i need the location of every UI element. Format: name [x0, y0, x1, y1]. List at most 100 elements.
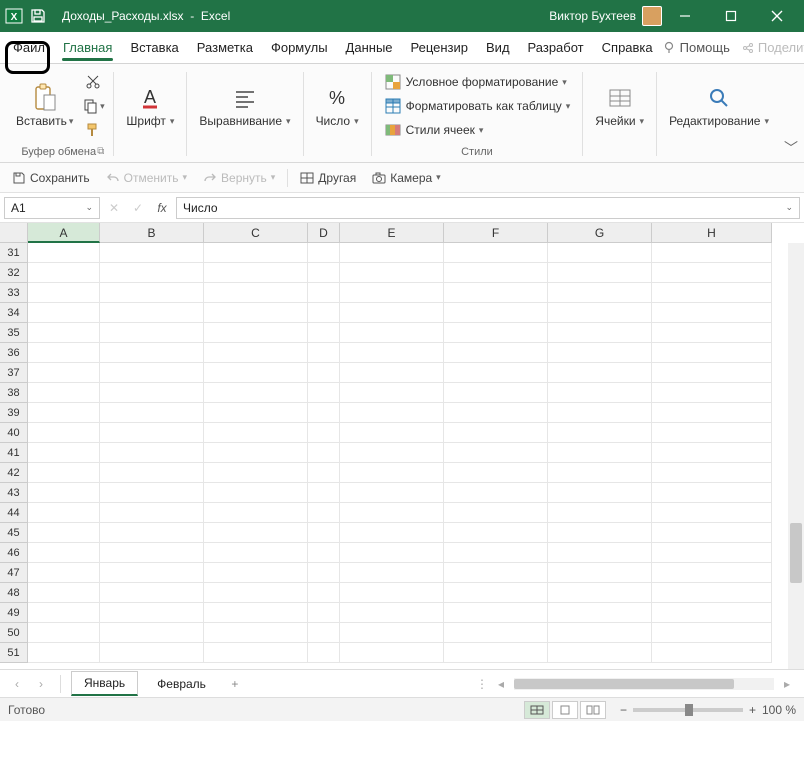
cell[interactable] — [548, 583, 652, 603]
row-header[interactable]: 50 — [0, 623, 28, 643]
cell[interactable] — [100, 243, 204, 263]
cell[interactable] — [652, 603, 772, 623]
row-header[interactable]: 51 — [0, 643, 28, 663]
cell[interactable] — [100, 543, 204, 563]
row-header[interactable]: 49 — [0, 603, 28, 623]
cell[interactable] — [652, 263, 772, 283]
formula-bar[interactable]: Число⌄ — [176, 197, 800, 219]
cell[interactable] — [340, 283, 444, 303]
cell[interactable] — [340, 463, 444, 483]
cell[interactable] — [652, 343, 772, 363]
cells-region[interactable] — [28, 243, 772, 663]
cell[interactable] — [444, 423, 548, 443]
column-header[interactable]: D — [308, 223, 340, 243]
cell[interactable] — [308, 283, 340, 303]
close-button[interactable] — [754, 0, 800, 32]
cell[interactable] — [308, 263, 340, 283]
row-header[interactable]: 38 — [0, 383, 28, 403]
cell[interactable] — [444, 563, 548, 583]
cell[interactable] — [444, 543, 548, 563]
cell[interactable] — [100, 363, 204, 383]
cell[interactable] — [444, 623, 548, 643]
cell[interactable] — [28, 363, 100, 383]
tab-insert[interactable]: Вставка — [121, 34, 187, 61]
cell[interactable] — [340, 263, 444, 283]
tab-home[interactable]: Главная — [54, 34, 121, 61]
cell[interactable] — [548, 603, 652, 623]
cell[interactable] — [444, 303, 548, 323]
cell[interactable] — [204, 503, 308, 523]
cell[interactable] — [100, 523, 204, 543]
cell[interactable] — [204, 603, 308, 623]
cell[interactable] — [548, 343, 652, 363]
cell[interactable] — [100, 343, 204, 363]
cell[interactable] — [340, 343, 444, 363]
row-header[interactable]: 35 — [0, 323, 28, 343]
cell[interactable] — [548, 503, 652, 523]
cell[interactable] — [308, 643, 340, 663]
format-painter-button[interactable] — [81, 119, 105, 141]
cell[interactable] — [444, 643, 548, 663]
cell[interactable] — [548, 543, 652, 563]
cell[interactable] — [444, 523, 548, 543]
paste-button[interactable]: Вставить▾ — [12, 82, 77, 130]
cell[interactable] — [204, 583, 308, 603]
alignment-button[interactable]: Выравнивание▾ — [195, 82, 294, 130]
cell[interactable] — [28, 523, 100, 543]
view-normal-button[interactable] — [524, 701, 550, 719]
cell[interactable] — [548, 643, 652, 663]
cell[interactable] — [444, 603, 548, 623]
tab-review[interactable]: Рецензир — [402, 34, 478, 61]
cell[interactable] — [204, 243, 308, 263]
cell[interactable] — [444, 283, 548, 303]
cell[interactable] — [340, 423, 444, 443]
font-button[interactable]: A Шрифт▾ — [122, 82, 178, 130]
row-header[interactable]: 32 — [0, 263, 28, 283]
cell[interactable] — [652, 463, 772, 483]
row-header[interactable]: 44 — [0, 503, 28, 523]
cell[interactable] — [444, 463, 548, 483]
cell[interactable] — [28, 603, 100, 623]
cell[interactable] — [28, 463, 100, 483]
cell[interactable] — [204, 383, 308, 403]
cells-button[interactable]: Ячейки▾ — [591, 82, 648, 130]
format-as-table-button[interactable]: Форматировать как таблицу▾ — [380, 94, 575, 118]
cell[interactable] — [100, 623, 204, 643]
cell[interactable] — [340, 503, 444, 523]
vertical-scrollbar[interactable] — [788, 243, 804, 669]
cell[interactable] — [652, 423, 772, 443]
row-header[interactable]: 34 — [0, 303, 28, 323]
cell[interactable] — [308, 303, 340, 323]
minimize-button[interactable] — [662, 0, 708, 32]
view-page-break-button[interactable] — [580, 701, 606, 719]
cell[interactable] — [100, 303, 204, 323]
cell[interactable] — [444, 583, 548, 603]
cell[interactable] — [548, 523, 652, 543]
cell[interactable] — [308, 523, 340, 543]
cell[interactable] — [548, 563, 652, 583]
cell[interactable] — [308, 243, 340, 263]
cell[interactable] — [28, 623, 100, 643]
zoom-in-button[interactable]: + — [749, 703, 756, 717]
cell[interactable] — [340, 543, 444, 563]
cell[interactable] — [100, 283, 204, 303]
cell[interactable] — [204, 403, 308, 423]
conditional-formatting-button[interactable]: Условное форматирование▾ — [380, 70, 571, 94]
cell[interactable] — [28, 503, 100, 523]
cell[interactable] — [652, 283, 772, 303]
cell[interactable] — [28, 583, 100, 603]
cell[interactable] — [28, 483, 100, 503]
cell[interactable] — [652, 543, 772, 563]
cell[interactable] — [100, 443, 204, 463]
cell[interactable] — [100, 323, 204, 343]
column-header[interactable]: C — [204, 223, 308, 243]
cell[interactable] — [204, 423, 308, 443]
cell[interactable] — [548, 363, 652, 383]
qat-redo-button[interactable]: Вернуть▾ — [199, 169, 279, 187]
insert-function-button[interactable]: fx — [152, 198, 172, 218]
cell[interactable] — [204, 323, 308, 343]
cell[interactable] — [28, 283, 100, 303]
cell[interactable] — [340, 243, 444, 263]
share-button[interactable]: Поделиться — [736, 40, 804, 55]
cell[interactable] — [548, 423, 652, 443]
